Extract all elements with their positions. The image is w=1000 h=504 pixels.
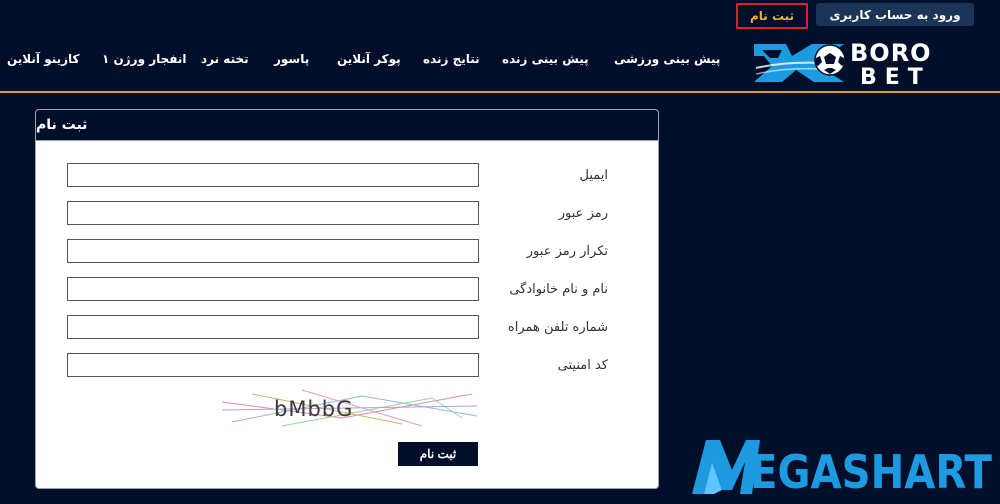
soccer-ball-icon xyxy=(814,44,846,76)
phone-field[interactable] xyxy=(67,315,479,339)
security-code-label: کد امنیتی xyxy=(557,358,608,373)
email-label: ایمیل xyxy=(579,168,608,183)
confirm-password-field[interactable] xyxy=(67,239,479,263)
phone-label: شماره تلفن همراه xyxy=(507,320,608,335)
logo-text-top: BORO xyxy=(850,39,932,67)
watermark-text: EGASHART xyxy=(750,445,993,499)
nav-item-live-results[interactable]: نتایج زنده xyxy=(423,52,480,66)
nav-item-backgammon[interactable]: تخته نرد xyxy=(201,52,249,66)
captcha-text: bMbbG xyxy=(274,397,353,421)
nav-item-live-betting[interactable]: پیش بینی زنده xyxy=(502,52,589,66)
top-bar: ثبت نام ورود به حساب کاربری xyxy=(0,0,1000,34)
full-name-label: نام و نام خانوادگی xyxy=(509,282,608,297)
security-code-field[interactable] xyxy=(67,353,479,377)
email-field[interactable] xyxy=(67,163,479,187)
header-divider xyxy=(0,91,1000,93)
registration-panel: ثبت نام ایمیل رمز عبور تکرار رمز عبور نا… xyxy=(35,109,659,489)
full-name-field[interactable] xyxy=(67,277,479,301)
nav-item-casino[interactable]: کازینو آنلاین xyxy=(7,52,80,66)
nav-item-poker[interactable]: پوکر آنلاین xyxy=(337,52,401,66)
panel-title: ثبت نام xyxy=(36,110,658,141)
nav-item-crash[interactable]: انفجار ورژن ۱ xyxy=(102,52,187,66)
nav-item-pasoor[interactable]: پاسور xyxy=(274,52,309,66)
password-field[interactable] xyxy=(67,201,479,225)
logo-text-bottom: BET xyxy=(860,65,931,86)
captcha-image: bMbbG xyxy=(221,388,478,428)
login-button[interactable]: ورود به حساب کاربری xyxy=(816,3,974,26)
confirm-password-label: تکرار رمز عبور xyxy=(526,244,608,259)
submit-button[interactable]: ثبت نام xyxy=(398,442,478,466)
password-label: رمز عبور xyxy=(558,206,608,221)
site-logo[interactable]: BORO BET xyxy=(752,38,962,90)
watermark-logo: EGASHART xyxy=(690,432,995,500)
register-button[interactable]: ثبت نام xyxy=(736,3,808,29)
nav-item-sports-betting[interactable]: پیش بینی ورزشی xyxy=(614,52,720,66)
